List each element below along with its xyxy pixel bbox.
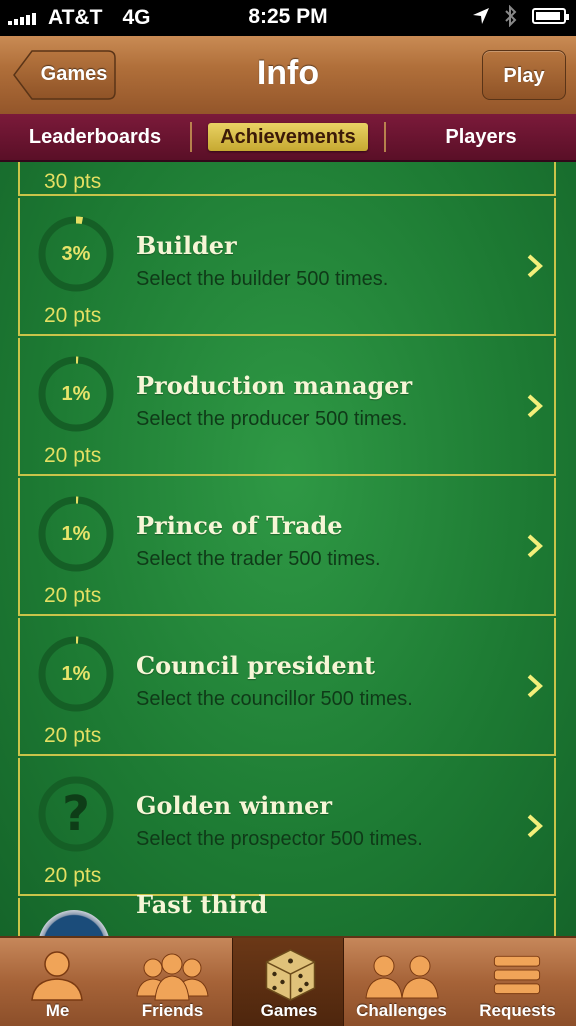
bluetooth-icon bbox=[505, 5, 517, 27]
achievement-title: Council president bbox=[136, 651, 376, 680]
achievement-description: Select the prospector 500 times. bbox=[136, 828, 423, 850]
achievement-points: 20 pts bbox=[44, 444, 102, 467]
navigation-bar: Games Info Play bbox=[0, 36, 576, 115]
tab-achievements-label: Achievements bbox=[208, 123, 368, 151]
achievement-title: Golden winner bbox=[136, 791, 333, 820]
tabbar-item-challenges[interactable]: Challenges bbox=[344, 938, 459, 1026]
tabbar-label: Challenges bbox=[356, 1001, 447, 1020]
achievement-description: Select the builder 500 times. bbox=[136, 268, 389, 290]
tabbar-label: Requests bbox=[479, 1001, 556, 1020]
list-item[interactable]: 1% 20 pts Council president Select the c… bbox=[18, 618, 556, 756]
achievement-points: 20 pts bbox=[44, 724, 102, 747]
achievement-points: 20 pts bbox=[44, 864, 102, 887]
requests-icon bbox=[493, 955, 541, 995]
battery-icon bbox=[532, 8, 569, 24]
chevron-right-icon bbox=[527, 534, 543, 558]
progress-percent: 1% bbox=[61, 663, 91, 685]
progress-percent: 1% bbox=[61, 523, 91, 545]
tab-players[interactable]: Players bbox=[386, 114, 576, 160]
achievement-title: Builder bbox=[136, 231, 237, 260]
list-item[interactable]: 1% 20 pts Prince of Trade Select the tra… bbox=[18, 478, 556, 616]
list-item[interactable]: 3% 20 pts Builder Select the builder 500… bbox=[18, 198, 556, 336]
list-item-partial-top[interactable]: 30 pts bbox=[18, 162, 556, 196]
tabbar-item-games[interactable]: Games bbox=[232, 938, 344, 1026]
achievements-list[interactable]: 30 pts 3% 20 pts Builder Select the buil… bbox=[0, 162, 576, 936]
tabbar-item-requests[interactable]: Requests bbox=[459, 938, 576, 1026]
progress-percent: 3% bbox=[61, 243, 91, 265]
achievement-description: Select the trader 500 times. bbox=[136, 548, 381, 570]
chevron-right-icon bbox=[527, 814, 543, 838]
tabbar-item-me[interactable]: Me bbox=[0, 938, 115, 1026]
list-item[interactable]: 1% 20 pts Production manager Select the … bbox=[18, 338, 556, 476]
achievement-points: 30 pts bbox=[44, 170, 102, 193]
person-icon bbox=[31, 951, 83, 1001]
dice-icon bbox=[265, 949, 316, 1001]
achievement-title: Prince of Trade bbox=[136, 511, 343, 540]
tabbar-label: Me bbox=[45, 1001, 70, 1020]
question-mark-icon: ? bbox=[62, 786, 90, 842]
tab-players-label: Players bbox=[445, 126, 517, 148]
list-item[interactable]: ? 20 pts Golden winner Select the prospe… bbox=[18, 758, 556, 896]
tabbar-item-friends[interactable]: Friends bbox=[115, 938, 230, 1026]
list-item-partial-bottom[interactable]: Fast third bbox=[18, 890, 556, 936]
achievement-description: Select the producer 500 times. bbox=[136, 408, 408, 430]
status-bar: AT&T 4G 8:25 PM bbox=[0, 0, 576, 36]
achievement-description: Select the councillor 500 times. bbox=[136, 688, 413, 710]
progress-percent: 1% bbox=[61, 383, 91, 405]
chevron-right-icon bbox=[527, 674, 543, 698]
status-right bbox=[472, 5, 569, 27]
play-button[interactable]: Play bbox=[482, 50, 566, 100]
tabbar-label: Friends bbox=[141, 1001, 204, 1020]
achievement-title: Production manager bbox=[136, 371, 413, 400]
chevron-right-icon bbox=[527, 254, 543, 278]
segmented-control: Leaderboards Achievements Players bbox=[0, 114, 576, 162]
tab-leaderboards-label: Leaderboards bbox=[28, 126, 162, 148]
medal-icon bbox=[38, 910, 110, 936]
chevron-right-icon bbox=[527, 394, 543, 418]
friends-icon bbox=[136, 953, 209, 1001]
achievement-points: 20 pts bbox=[44, 584, 102, 607]
tab-achievements[interactable]: Achievements bbox=[192, 114, 384, 160]
tab-leaderboards[interactable]: Leaderboards bbox=[0, 114, 190, 160]
tab-bar: Me Friends Games Challenges Requests bbox=[0, 936, 576, 1026]
achievement-title: Fast third bbox=[136, 890, 268, 919]
location-arrow-icon bbox=[473, 8, 489, 24]
tabbar-label: Games bbox=[260, 1001, 318, 1020]
achievement-points: 20 pts bbox=[44, 304, 102, 327]
challenges-icon bbox=[365, 955, 439, 999]
